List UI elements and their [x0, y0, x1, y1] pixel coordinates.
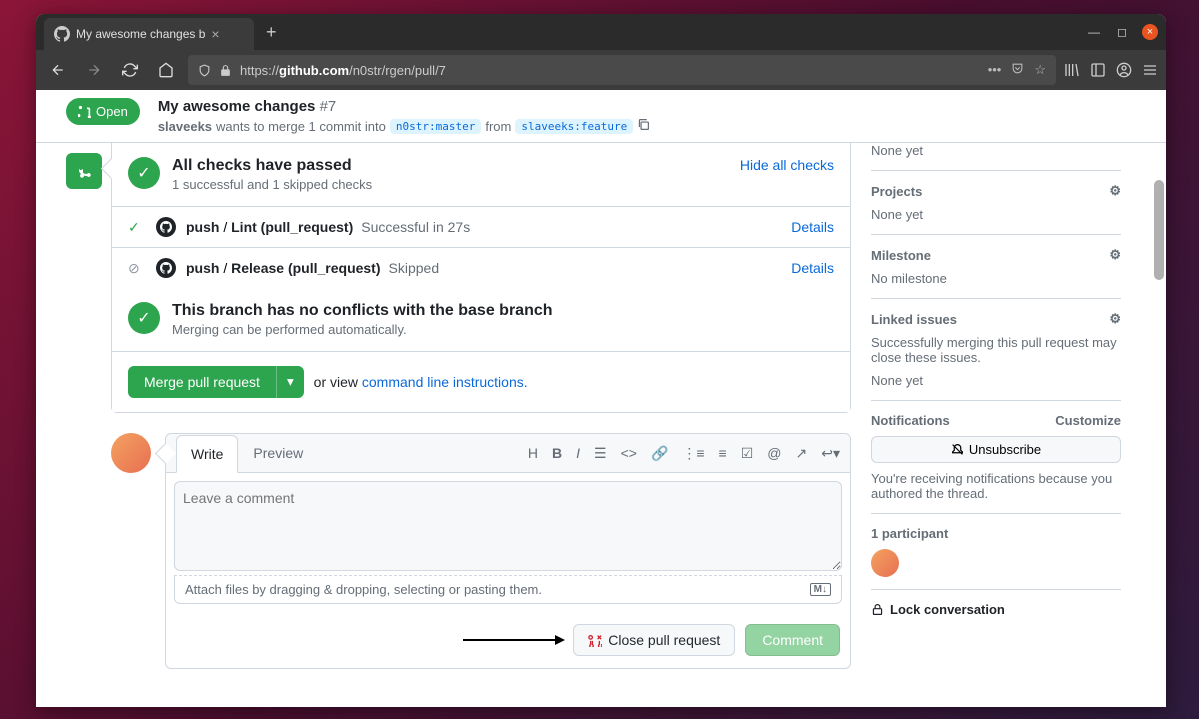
library-icon[interactable]	[1064, 62, 1080, 78]
ol-icon[interactable]: ≡	[719, 445, 727, 462]
user-avatar[interactable]	[111, 433, 151, 473]
merge-status-box: ✓ All checks have passed 1 successful an…	[111, 142, 851, 413]
pr-state-badge: Open	[66, 98, 140, 125]
no-conflicts-icon: ✓	[128, 302, 160, 334]
close-pr-button[interactable]: Close pull request	[573, 624, 735, 656]
page-content: Open My awesome changes #7 slaveeks want…	[36, 90, 1166, 707]
unsubscribe-button[interactable]: Unsubscribe	[871, 436, 1121, 463]
mention-icon[interactable]: @	[767, 445, 781, 462]
head-branch-tag[interactable]: slaveeks:feature	[515, 119, 633, 134]
lock-conversation-link[interactable]: Lock conversation	[871, 590, 1121, 617]
github-actions-icon	[156, 258, 176, 278]
check-details-link[interactable]: Details	[791, 219, 834, 235]
check-row-lint: ✓ push / Lint (pull_request)Successful i…	[112, 206, 850, 247]
shield-icon	[198, 64, 211, 77]
sidebar: None yet Projects⚙ None yet Milestone⚙ N…	[851, 143, 1121, 669]
bold-icon[interactable]: B	[552, 445, 562, 462]
url-text: https://github.com/n0str/rgen/pull/7	[240, 63, 446, 78]
new-tab-button[interactable]: +	[266, 22, 277, 43]
browser-tab[interactable]: My awesome changes b ×	[44, 18, 254, 50]
github-favicon-icon	[54, 26, 70, 42]
window-controls: — ◻ ×	[1086, 24, 1158, 40]
gear-icon[interactable]: ⚙	[1109, 183, 1121, 199]
base-branch-tag[interactable]: n0str:master	[390, 119, 481, 134]
preview-tab[interactable]: Preview	[238, 434, 318, 472]
lock-icon	[219, 64, 232, 77]
attach-bar[interactable]: Attach files by dragging & dropping, sel…	[174, 575, 842, 604]
quote-icon[interactable]: ☰	[594, 445, 607, 462]
copy-branch-icon[interactable]	[637, 118, 650, 134]
lock-icon	[871, 603, 884, 616]
task-icon[interactable]: ☑	[741, 445, 754, 462]
url-field[interactable]: https://github.com/n0str/rgen/pull/7 •••…	[188, 55, 1056, 85]
github-actions-icon	[156, 217, 176, 237]
titlebar: My awesome changes b × + — ◻ ×	[36, 14, 1166, 50]
code-icon[interactable]: <>	[621, 445, 637, 462]
bell-slash-icon	[951, 443, 964, 456]
cmd-line-link[interactable]: command line instructions.	[362, 374, 528, 390]
reply-icon[interactable]: ↩▾	[821, 445, 840, 462]
home-button[interactable]	[152, 56, 180, 84]
git-pr-closed-icon	[588, 633, 602, 647]
back-button[interactable]	[44, 56, 72, 84]
italic-icon[interactable]: I	[576, 445, 580, 462]
minimize-button[interactable]: —	[1086, 24, 1102, 40]
merge-pr-button[interactable]: Merge pull request	[128, 366, 276, 398]
account-icon[interactable]	[1116, 62, 1132, 78]
scrollbar[interactable]	[1154, 180, 1164, 280]
pr-meta: slaveeks wants to merge 1 commit into n0…	[158, 118, 650, 134]
participant-avatar[interactable]	[871, 549, 899, 577]
url-bar: https://github.com/n0str/rgen/pull/7 •••…	[36, 50, 1166, 90]
customize-link[interactable]: Customize	[1055, 413, 1121, 428]
menu-icon[interactable]	[1142, 62, 1158, 78]
merge-timeline-icon	[66, 153, 102, 189]
maximize-button[interactable]: ◻	[1114, 24, 1130, 40]
markdown-badge-icon[interactable]: M↓	[810, 583, 831, 596]
ul-icon[interactable]: ⋮≡	[682, 445, 704, 462]
tab-close-icon[interactable]: ×	[211, 26, 219, 42]
pocket-icon[interactable]	[1011, 62, 1024, 75]
heading-icon[interactable]: H	[528, 445, 538, 462]
git-pull-request-icon	[78, 105, 91, 118]
check-skip-icon: ⊘	[128, 260, 146, 277]
pr-title: My awesome changes #7	[158, 98, 650, 115]
tab-title: My awesome changes b	[76, 27, 205, 41]
arrow-annotation-icon	[463, 639, 563, 641]
bookmark-star-icon[interactable]: ☆	[1034, 62, 1046, 78]
write-tab[interactable]: Write	[176, 435, 238, 473]
comment-form: Write Preview H B I ☰ <> 🔗 ⋮≡ ≡	[111, 433, 851, 669]
pr-header: Open My awesome changes #7 slaveeks want…	[36, 90, 1166, 143]
gear-icon[interactable]: ⚙	[1109, 311, 1121, 327]
comment-button[interactable]: Comment	[745, 624, 840, 656]
hide-checks-link[interactable]: Hide all checks	[740, 157, 834, 173]
forward-button[interactable]	[80, 56, 108, 84]
check-row-release: ⊘ push / Release (pull_request)Skipped D…	[112, 247, 850, 288]
checks-pass-icon: ✓	[128, 157, 160, 189]
gear-icon[interactable]: ⚙	[1109, 247, 1121, 263]
check-success-icon: ✓	[128, 219, 146, 236]
reference-icon[interactable]: ↗	[796, 445, 808, 462]
sidebar-icon[interactable]	[1090, 62, 1106, 78]
link-icon[interactable]: 🔗	[651, 445, 668, 462]
browser-window: My awesome changes b × + — ◻ × https://g…	[36, 14, 1166, 707]
window-close-button[interactable]: ×	[1142, 24, 1158, 40]
check-details-link[interactable]: Details	[791, 260, 834, 276]
reload-button[interactable]	[116, 56, 144, 84]
comment-textarea[interactable]	[174, 481, 842, 571]
merge-dropdown-button[interactable]: ▾	[276, 366, 304, 398]
page-actions-icon[interactable]: •••	[988, 62, 1002, 78]
